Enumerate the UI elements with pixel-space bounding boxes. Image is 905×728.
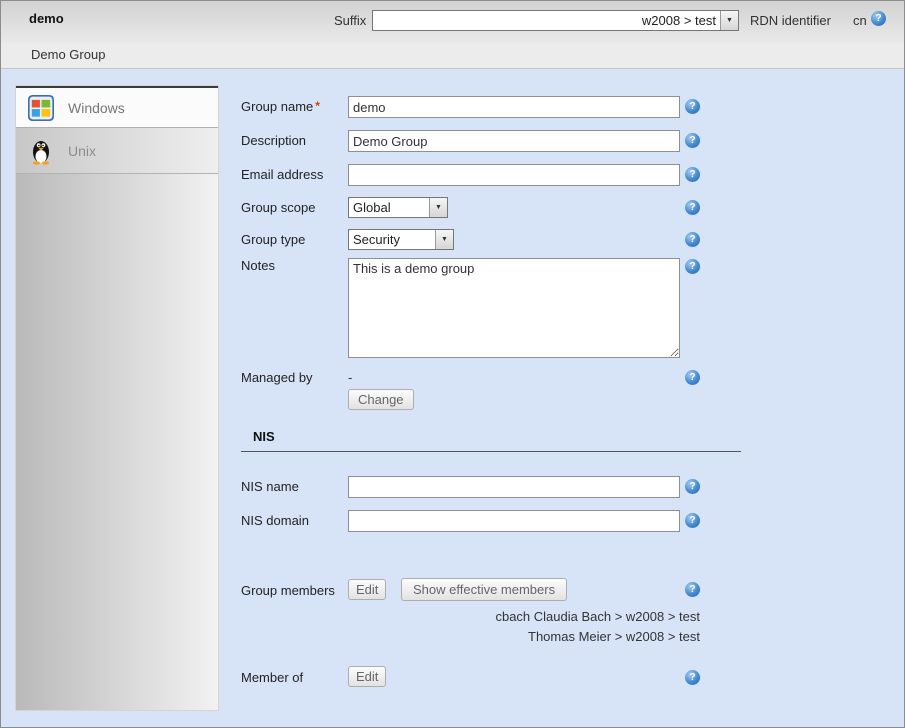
nis-domain-input[interactable] — [348, 510, 680, 532]
group-scope-label: Group scope — [241, 200, 315, 215]
group-name-input[interactable] — [348, 96, 680, 118]
group-scope-select[interactable]: Global ▼ — [348, 197, 448, 218]
help-icon[interactable]: ? — [685, 513, 700, 528]
nis-domain-label: NIS domain — [241, 513, 309, 528]
help-icon[interactable]: ? — [685, 479, 700, 494]
tab-unix-label: Unix — [68, 143, 96, 159]
windows-logo-icon — [28, 94, 54, 122]
change-button[interactable]: Change — [348, 389, 414, 410]
sidebar: Windows Unix — [15, 85, 219, 711]
tab-windows[interactable]: Windows — [16, 86, 218, 128]
required-asterisk: * — [315, 99, 320, 113]
suffix-label: Suffix — [334, 13, 366, 28]
chevron-down-icon: ▼ — [720, 11, 738, 30]
group-members-edit-button[interactable]: Edit — [348, 579, 386, 600]
group-member-entry: Thomas Meier > w2008 > test — [348, 627, 700, 647]
group-member-entry: cbach Claudia Bach > w2008 > test — [348, 607, 700, 627]
group-type-select[interactable]: Security ▼ — [348, 229, 454, 250]
chevron-down-icon: ▼ — [435, 230, 453, 249]
group-scope-value: Global — [349, 198, 429, 217]
group-members-list: cbach Claudia Bach > w2008 > test Thomas… — [348, 607, 700, 647]
rdn-identifier-value: cn — [853, 13, 867, 28]
help-icon[interactable]: ? — [685, 670, 700, 685]
group-type-label: Group type — [241, 232, 305, 247]
help-icon[interactable]: ? — [685, 582, 700, 597]
notes-textarea[interactable]: This is a demo group — [348, 258, 680, 358]
description-input[interactable] — [348, 130, 680, 152]
help-icon[interactable]: ? — [685, 370, 700, 385]
suffix-select[interactable]: w2008 > test ▼ — [372, 10, 739, 31]
group-name-label: Group name* — [241, 99, 320, 114]
rdn-identifier-label: RDN identifier — [750, 13, 831, 28]
help-icon[interactable]: ? — [685, 99, 700, 114]
nis-name-label: NIS name — [241, 479, 299, 494]
group-edit-window: demo Suffix w2008 > test ▼ RDN identifie… — [0, 0, 905, 728]
group-members-label: Group members — [241, 583, 335, 598]
suffix-select-value: w2008 > test — [373, 11, 720, 30]
nis-name-input[interactable] — [348, 476, 680, 498]
page-title: demo — [29, 11, 64, 26]
managed-by-value: - — [348, 370, 352, 385]
email-input[interactable] — [348, 164, 680, 186]
help-icon[interactable]: ? — [685, 167, 700, 182]
email-label: Email address — [241, 167, 323, 182]
help-icon[interactable]: ? — [685, 232, 700, 247]
tab-windows-label: Windows — [68, 100, 125, 116]
help-icon[interactable]: ? — [685, 133, 700, 148]
show-effective-members-button[interactable]: Show effective members — [401, 578, 567, 601]
member-of-edit-button[interactable]: Edit — [348, 666, 386, 687]
notes-label: Notes — [241, 258, 275, 273]
nis-section-title: NIS — [241, 429, 741, 452]
chevron-down-icon: ▼ — [429, 198, 447, 217]
managed-by-label: Managed by — [241, 370, 313, 385]
group-type-value: Security — [349, 230, 435, 249]
help-icon[interactable]: ? — [871, 11, 886, 26]
help-icon[interactable]: ? — [685, 200, 700, 215]
member-of-label: Member of — [241, 670, 303, 685]
description-label: Description — [241, 133, 306, 148]
help-icon[interactable]: ? — [685, 259, 700, 274]
page-subtitle: Demo Group — [31, 47, 105, 62]
tab-unix[interactable]: Unix — [16, 128, 218, 174]
header-subtitle-bar — [1, 43, 904, 69]
tux-penguin-icon — [28, 137, 54, 165]
